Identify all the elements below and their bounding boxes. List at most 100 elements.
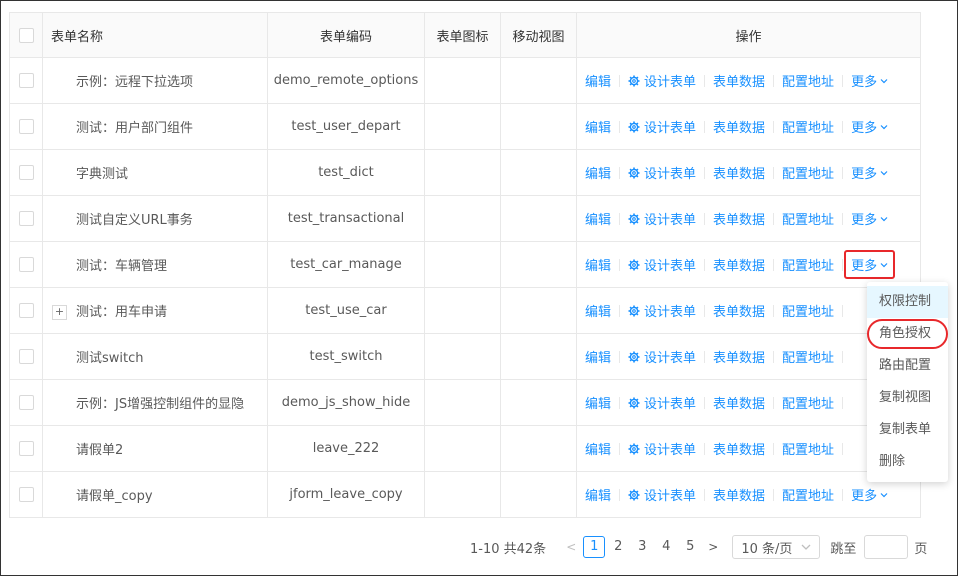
menu-item-copy-view[interactable]: 复制视图	[867, 382, 948, 414]
form-data-link[interactable]: 表单数据	[713, 209, 765, 228]
config-url-link[interactable]: 配置地址	[782, 485, 834, 504]
config-url-link[interactable]: 配置地址	[782, 301, 834, 320]
design-form-link[interactable]: 设计表单	[628, 347, 696, 366]
jump-page-input[interactable]	[864, 535, 909, 559]
header-ops: 操作	[576, 12, 921, 58]
design-form-link[interactable]: 设计表单	[628, 71, 696, 90]
row-check-cell	[9, 287, 43, 334]
edit-link[interactable]: 编辑	[585, 117, 611, 136]
edit-link[interactable]: 编辑	[585, 71, 611, 90]
row-mobile-cell	[500, 57, 577, 104]
select-all-checkbox[interactable]	[18, 27, 34, 43]
config-url-link[interactable]: 配置地址	[782, 439, 834, 458]
form-data-link[interactable]: 表单数据	[713, 347, 765, 366]
edit-link[interactable]: 编辑	[585, 347, 611, 366]
prev-page-icon[interactable]: <	[566, 540, 576, 554]
page-unit-label: 页	[914, 541, 928, 557]
menu-item-permission[interactable]: 权限控制	[867, 286, 948, 318]
menu-item-route-config[interactable]: 路由配置	[867, 350, 948, 382]
divider	[619, 212, 621, 225]
divider	[842, 396, 844, 409]
edit-link[interactable]: 编辑	[585, 209, 611, 228]
design-form-link[interactable]: 设计表单	[628, 255, 696, 274]
more-dropdown-trigger[interactable]: 更多	[844, 250, 896, 279]
pagination-total: 1-10 共42条	[470, 541, 547, 557]
row-checkbox[interactable]	[18, 119, 34, 134]
config-url-link[interactable]: 配置地址	[782, 117, 834, 136]
design-form-link[interactable]: 设计表单	[628, 163, 696, 182]
form-data-link[interactable]: 表单数据	[713, 163, 765, 182]
edit-link[interactable]: 编辑	[585, 163, 611, 182]
form-data-link[interactable]: 表单数据	[713, 439, 765, 458]
row-checkbox[interactable]	[18, 303, 34, 318]
header-mobile[interactable]: 移动视图	[500, 12, 577, 58]
row-check-cell	[9, 333, 43, 380]
row-icon-cell	[424, 333, 501, 380]
config-url-link[interactable]: 配置地址	[782, 209, 834, 228]
edit-link[interactable]: 编辑	[585, 255, 611, 274]
more-dropdown-trigger[interactable]: 更多	[851, 163, 888, 182]
more-dropdown-trigger[interactable]: 更多	[851, 209, 888, 228]
more-dropdown-trigger[interactable]: 更多	[851, 117, 888, 136]
header-name[interactable]: 表单名称	[42, 12, 268, 58]
header-code[interactable]: 表单编码	[267, 12, 425, 58]
form-data-link[interactable]: 表单数据	[713, 393, 765, 412]
menu-item-role-auth[interactable]: 角色授权	[867, 318, 948, 350]
form-data-link[interactable]: 表单数据	[713, 301, 765, 320]
page-1[interactable]: 1	[583, 536, 606, 558]
plus-icon[interactable]: +	[52, 305, 67, 320]
page-3[interactable]: 3	[631, 536, 653, 558]
edit-link[interactable]: 编辑	[585, 439, 611, 458]
design-form-label: 设计表单	[644, 75, 697, 90]
table-row: + 测试：用车申请 test_use_car 编辑 设计表单 表单数据 配置地址	[9, 287, 921, 334]
page-2[interactable]: 2	[607, 536, 629, 558]
row-icon-cell	[424, 241, 501, 288]
design-form-link[interactable]: 设计表单	[628, 209, 696, 228]
row-checkbox[interactable]	[18, 441, 34, 456]
row-checkbox[interactable]	[18, 487, 34, 502]
edit-link[interactable]: 编辑	[585, 393, 611, 412]
divider	[704, 396, 706, 409]
config-url-link[interactable]: 配置地址	[782, 71, 834, 90]
next-page-icon[interactable]: >	[708, 540, 718, 554]
row-checkbox[interactable]	[18, 395, 34, 410]
row-checkbox[interactable]	[18, 257, 34, 272]
page-size-select[interactable]: 10 条/页	[732, 535, 821, 559]
row-mobile-cell	[500, 195, 577, 242]
config-url-link[interactable]: 配置地址	[782, 347, 834, 366]
menu-item-delete[interactable]: 删除	[867, 446, 948, 478]
config-url-link[interactable]: 配置地址	[782, 163, 834, 182]
design-form-link[interactable]: 设计表单	[628, 485, 696, 504]
design-form-link[interactable]: 设计表单	[628, 117, 696, 136]
page-5[interactable]: 5	[679, 536, 701, 558]
header-icon[interactable]: 表单图标	[424, 12, 501, 58]
edit-link[interactable]: 编辑	[585, 485, 611, 504]
form-data-link[interactable]: 表单数据	[713, 71, 765, 90]
design-form-link[interactable]: 设计表单	[628, 439, 696, 458]
row-ops-cell: 编辑 设计表单 表单数据 配置地址 更多	[576, 57, 921, 104]
row-check-cell	[9, 195, 43, 242]
row-name-cell: 测试自定义URL事务	[42, 195, 268, 242]
row-checkbox[interactable]	[18, 211, 34, 226]
edit-link[interactable]: 编辑	[585, 301, 611, 320]
table-row: 示例：JS增强控制组件的显隐 demo_js_show_hide 编辑 设计表单 表单数…	[9, 379, 921, 426]
config-url-link[interactable]: 配置地址	[782, 393, 834, 412]
design-form-link[interactable]: 设计表单	[628, 301, 696, 320]
row-checkbox[interactable]	[18, 73, 34, 88]
row-ops-cell: 编辑 设计表单 表单数据 配置地址 更多	[576, 103, 921, 150]
table-row: 测试：用户部门组件 test_user_depart 编辑 设计表单 表单数据 配置地址 更…	[9, 103, 921, 150]
menu-item-copy-form[interactable]: 复制表单	[867, 414, 948, 446]
form-data-link[interactable]: 表单数据	[713, 485, 765, 504]
row-mobile-cell	[500, 241, 577, 288]
chevron-down-icon	[880, 79, 888, 84]
row-checkbox[interactable]	[18, 165, 34, 180]
design-form-label: 设计表单	[644, 351, 697, 366]
config-url-link[interactable]: 配置地址	[782, 255, 834, 274]
row-checkbox[interactable]	[18, 349, 34, 364]
more-dropdown-trigger[interactable]: 更多	[851, 71, 888, 90]
more-dropdown-trigger[interactable]: 更多	[851, 485, 888, 504]
form-data-link[interactable]: 表单数据	[713, 255, 765, 274]
design-form-link[interactable]: 设计表单	[628, 393, 696, 412]
form-data-link[interactable]: 表单数据	[713, 117, 765, 136]
page-4[interactable]: 4	[655, 536, 677, 558]
